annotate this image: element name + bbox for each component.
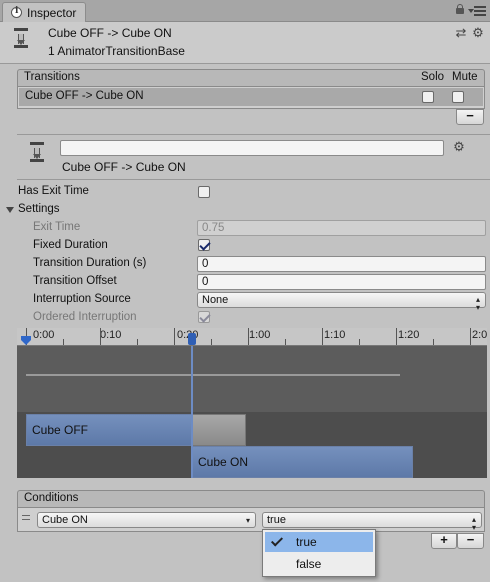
transition-editor-title: Cube OFF -> Cube ON [62,160,186,174]
transition-icon [12,28,30,50]
add-condition-button[interactable]: + [431,533,457,549]
clip-source[interactable]: Cube OFF [26,414,192,446]
menu-icon[interactable] [468,5,486,17]
ordered-interruption-label: Ordered Interruption [33,311,137,323]
updown-arrow-icon: ▴ ▾ [475,295,480,312]
tab-bar: Inspector [0,0,490,22]
curve-line [26,374,400,376]
tick-label: 0:00 [33,329,55,341]
header-subtitle: 1 AnimatorTransitionBase [48,44,185,58]
transition-name-field[interactable] [60,140,444,156]
lock-icon[interactable] [456,4,464,14]
transition-row[interactable]: Cube OFF -> Cube ON [19,88,483,106]
header-title: Cube OFF -> Cube ON [48,26,172,40]
transitions-list: Cube OFF -> Cube ON [17,87,485,109]
conditions-list: Cube ON ▾ true ▴ ▾ [17,508,485,532]
tick-label: 2:00 [472,329,487,341]
tick-label: 1:20 [398,329,420,341]
has-exit-time-checkbox[interactable] [198,186,210,198]
transition-timeline[interactable]: 0:00 0:10 0:20 1:00 1:10 1:20 2:00 Cube … [17,328,487,478]
transition-gear-icon[interactable]: ⚙ [452,140,466,154]
updown-arrow-icon: ▴ ▾ [471,515,476,532]
info-icon [11,6,22,18]
timeline-ruler[interactable]: 0:00 0:10 0:20 1:00 1:10 1:20 2:00 [17,328,487,346]
solo-column-label: Solo [421,71,445,83]
tab-inspector[interactable]: Inspector [2,2,86,22]
exit-time-field: 0.75 [197,220,486,236]
chevron-down-icon: ▾ [245,516,250,525]
transition-overlap[interactable] [192,414,246,446]
transition-marker-icon[interactable] [188,333,196,345]
menu-option-label: true [296,535,317,549]
divider [17,179,490,180]
fixed-duration-label: Fixed Duration [33,239,108,251]
settings-foldout-icon[interactable] [6,207,14,213]
interruption-source-value: None [202,294,229,306]
tab-title: Inspector [27,6,77,20]
tick-label: 1:00 [249,329,271,341]
divider [17,134,490,135]
gear-icon[interactable]: ⚙ [471,26,485,40]
clip-destination[interactable]: Cube ON [192,446,413,478]
condition-value: true [267,514,286,526]
condition-parameter-value: Cube ON [42,514,88,526]
drag-handle-icon[interactable] [22,515,30,520]
ordered-interruption-checkbox [198,311,210,323]
transition-duration-field[interactable]: 0 [197,256,486,272]
condition-parameter-dropdown[interactable]: Cube ON ▾ [37,512,256,528]
remove-transition-button[interactable]: − [456,109,484,125]
menu-option-false[interactable]: false [265,554,373,574]
condition-value-dropdown[interactable]: true ▴ ▾ [262,512,482,532]
transitions-header-label: Transitions [24,71,80,83]
mute-checkbox[interactable] [452,91,464,103]
solo-checkbox[interactable] [422,91,434,103]
conditions-header: Conditions [17,490,485,508]
check-icon [270,534,284,547]
transition-start-line [191,346,193,478]
remove-condition-button[interactable]: − [457,533,484,549]
transition-row-label: Cube OFF -> Cube ON [25,90,144,102]
preset-icon[interactable]: ⇄ [454,26,468,40]
inspector-header: Cube OFF -> Cube ON 1 AnimatorTransition… [0,22,490,64]
transition-offset-label: Transition Offset [33,275,117,287]
tick-label: 1:10 [324,329,346,341]
interruption-source-label: Interruption Source [33,293,131,305]
menu-option-true[interactable]: true [265,532,373,552]
transition-duration-label: Transition Duration (s) [33,257,147,269]
curve-area [17,346,487,412]
conditions-header-label: Conditions [24,492,79,504]
settings-label[interactable]: Settings [18,203,60,215]
mute-column-label: Mute [452,71,478,83]
has-exit-time-label: Has Exit Time [18,185,89,197]
condition-value-menu: true false [262,529,376,577]
menu-option-label: false [296,557,322,571]
tick-label: 0:10 [100,329,122,341]
transition-offset-field[interactable]: 0 [197,274,486,290]
transitions-header: Transitions Solo Mute [17,69,485,87]
start-marker-icon[interactable] [21,332,31,345]
interruption-source-dropdown[interactable]: None ▴ ▾ [197,292,486,312]
exit-time-label: Exit Time [33,221,81,233]
fixed-duration-checkbox[interactable] [198,239,210,251]
transition-editor-icon [28,142,46,164]
